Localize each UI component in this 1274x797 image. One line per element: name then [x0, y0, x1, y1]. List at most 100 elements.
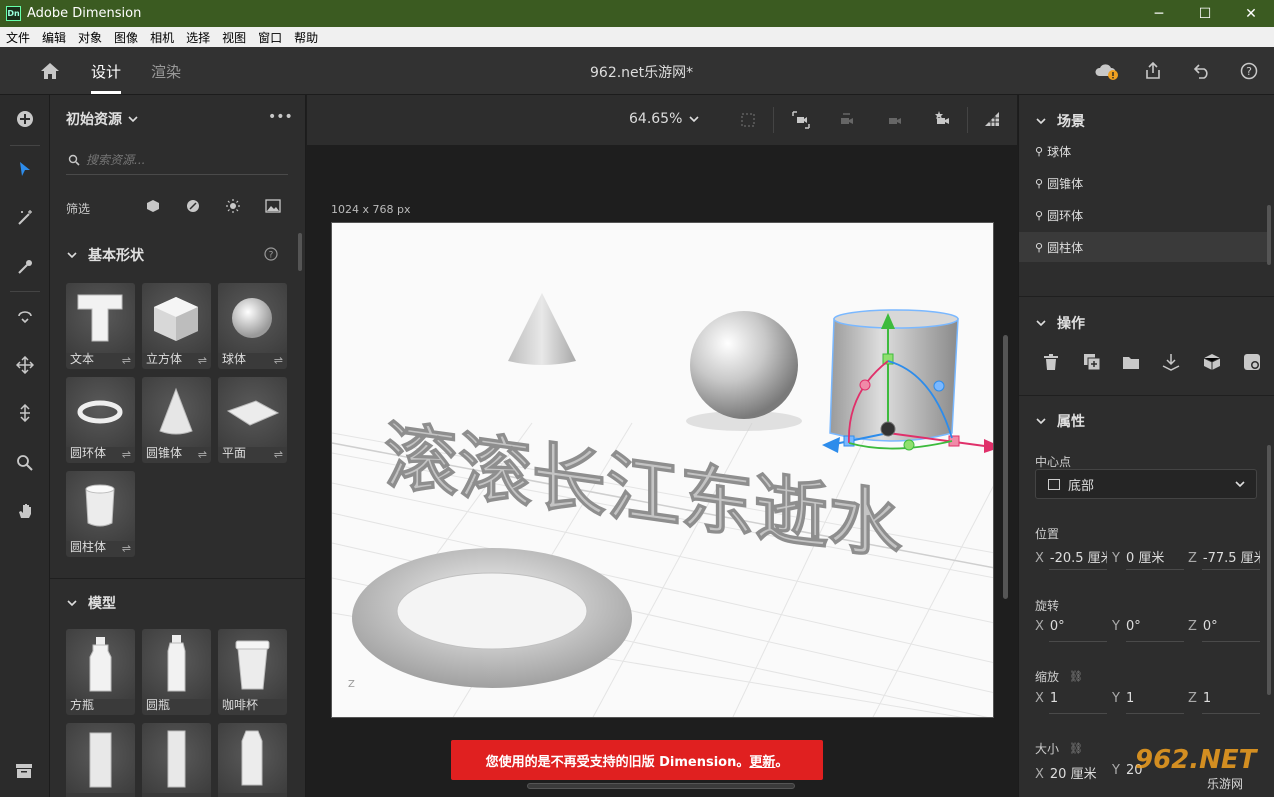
asset-torus[interactable]: 圆环体 ⇌: [66, 377, 135, 463]
scale-y-field[interactable]: Y1: [1112, 691, 1134, 706]
rotation-y-field[interactable]: Y 0°: [1112, 619, 1141, 634]
asset-sphere[interactable]: 球体 ⇌: [218, 283, 287, 369]
align-button[interactable]: [1201, 351, 1223, 373]
scene-item-sphere[interactable]: ⚲ 球体: [1019, 136, 1267, 166]
move-tool[interactable]: [13, 353, 37, 377]
asset-carton[interactable]: [218, 723, 287, 797]
basic-shapes-help-button[interactable]: ?: [264, 247, 278, 265]
models-header[interactable]: 模型: [66, 593, 116, 613]
asset-options-icon[interactable]: ⇌: [122, 448, 131, 461]
position-z-field[interactable]: Z-77.5 厘米: [1188, 547, 1260, 566]
menu-help[interactable]: 帮助: [288, 29, 324, 46]
menu-select[interactable]: 选择: [180, 29, 216, 46]
filter-models-button[interactable]: [146, 199, 160, 217]
asset-options-icon[interactable]: ⇌: [122, 354, 131, 367]
undo-button[interactable]: [1190, 59, 1214, 83]
asset-options-icon[interactable]: ⇌: [198, 448, 207, 461]
camera-redo-button[interactable]: [885, 110, 905, 134]
menu-file[interactable]: 文件: [0, 29, 36, 46]
select-tool[interactable]: [13, 157, 37, 181]
rotation-x-field[interactable]: X 0°: [1035, 619, 1065, 634]
grid-toggle-button[interactable]: [983, 110, 1001, 132]
position-x-field[interactable]: X-20.5 厘米: [1035, 547, 1107, 566]
size-x-field[interactable]: X 20 厘米: [1035, 763, 1097, 782]
pivot-dropdown[interactable]: 底部: [1035, 469, 1257, 499]
search-input[interactable]: [86, 150, 276, 170]
menu-window[interactable]: 窗口: [252, 29, 288, 46]
asset-text[interactable]: 文本 ⇌: [66, 283, 135, 369]
tab-design[interactable]: 设计: [91, 61, 121, 82]
assets-scrollbar[interactable]: [298, 233, 302, 271]
material-button[interactable]: [1241, 351, 1263, 373]
asset-can[interactable]: [66, 723, 135, 797]
properties-header[interactable]: 属性: [1035, 411, 1085, 431]
position-y-field[interactable]: Y0 厘米: [1112, 547, 1184, 566]
render-canvas[interactable]: 滚滚长江东逝水 Z: [331, 222, 994, 718]
asset-options-icon[interactable]: ⇌: [274, 354, 283, 367]
scene-scrollbar[interactable]: [1267, 205, 1271, 265]
scene-item-cylinder[interactable]: ⚲ 圆柱体: [1019, 232, 1267, 262]
scene-header[interactable]: 场景: [1035, 111, 1085, 131]
filter-images-button[interactable]: [265, 199, 281, 217]
group-button[interactable]: [1120, 351, 1142, 373]
filter-lights-button[interactable]: [226, 199, 240, 217]
camera-undo-button[interactable]: [837, 110, 857, 134]
actions-header[interactable]: 操作: [1035, 313, 1085, 333]
asset-round-bottle[interactable]: 圆瓶: [142, 629, 211, 715]
menu-image[interactable]: 图像: [108, 29, 144, 46]
asset-cone[interactable]: 圆锥体 ⇌: [142, 377, 211, 463]
share-button[interactable]: [1141, 59, 1165, 83]
add-content-button[interactable]: [13, 107, 37, 131]
filter-materials-button[interactable]: [186, 199, 200, 217]
search-field[interactable]: [66, 147, 288, 175]
menu-object[interactable]: 对象: [72, 29, 108, 46]
asset-cylinder[interactable]: 圆柱体 ⇌: [66, 471, 135, 557]
home-button[interactable]: [38, 59, 62, 83]
delete-button[interactable]: [1040, 351, 1062, 373]
viewport-horizontal-scrollbar[interactable]: [527, 783, 795, 789]
basic-shapes-header[interactable]: 基本形状: [66, 245, 144, 265]
more-options-button[interactable]: •••: [268, 109, 293, 125]
update-link[interactable]: 更新: [749, 751, 775, 770]
asset-cube[interactable]: 立方体 ⇌: [142, 283, 211, 369]
scale-x-field[interactable]: X1: [1035, 691, 1058, 706]
close-button[interactable]: ✕: [1228, 0, 1274, 27]
minimize-button[interactable]: ─: [1136, 0, 1182, 27]
drop-to-ground-button[interactable]: [1160, 351, 1182, 373]
camera-frame-button[interactable]: [791, 110, 811, 134]
assets-source-dropdown[interactable]: 初始资源: [66, 109, 139, 129]
viewport-vertical-scrollbar[interactable]: [1003, 335, 1008, 599]
asset-coffee-cup[interactable]: 咖啡杯: [218, 629, 287, 715]
unlink-icon[interactable]: ⛓: [1069, 670, 1083, 683]
panel-toggle-button[interactable]: [12, 759, 36, 783]
cloud-sync-button[interactable]: [1094, 59, 1118, 83]
maximize-button[interactable]: ☐: [1182, 0, 1228, 27]
menu-edit[interactable]: 编辑: [36, 29, 72, 46]
asset-square-bottle[interactable]: 方瓶: [66, 629, 135, 715]
duplicate-button[interactable]: [1081, 351, 1103, 373]
scene-item-cone[interactable]: ⚲ 圆锥体: [1019, 168, 1267, 198]
orbit-tool[interactable]: [13, 304, 37, 328]
asset-tall-can[interactable]: [142, 723, 211, 797]
unlink-icon[interactable]: ⛓: [1069, 742, 1083, 755]
scale-z-field[interactable]: Z1: [1188, 691, 1211, 706]
properties-scrollbar[interactable]: [1267, 445, 1271, 695]
dolly-tool[interactable]: [13, 401, 37, 425]
frame-selection-button[interactable]: [739, 111, 757, 133]
scene-item-torus[interactable]: ⚲ 圆环体: [1019, 200, 1267, 230]
asset-options-icon[interactable]: ⇌: [274, 448, 283, 461]
help-button[interactable]: ?: [1237, 59, 1261, 83]
zoom-tool[interactable]: [13, 451, 37, 475]
asset-plane[interactable]: 平面 ⇌: [218, 377, 287, 463]
eyedropper-tool[interactable]: [13, 255, 37, 279]
asset-options-icon[interactable]: ⇌: [198, 354, 207, 367]
rotation-z-field[interactable]: Z 0°: [1188, 619, 1218, 634]
hand-tool[interactable]: [13, 499, 37, 523]
magic-wand-tool[interactable]: [13, 206, 37, 230]
menu-camera[interactable]: 相机: [144, 29, 180, 46]
menu-view[interactable]: 视图: [216, 29, 252, 46]
asset-options-icon[interactable]: ⇌: [122, 542, 131, 555]
tab-render[interactable]: 渲染: [151, 61, 181, 82]
zoom-dropdown[interactable]: 64.65%: [629, 111, 700, 127]
camera-bookmark-button[interactable]: [933, 110, 953, 134]
